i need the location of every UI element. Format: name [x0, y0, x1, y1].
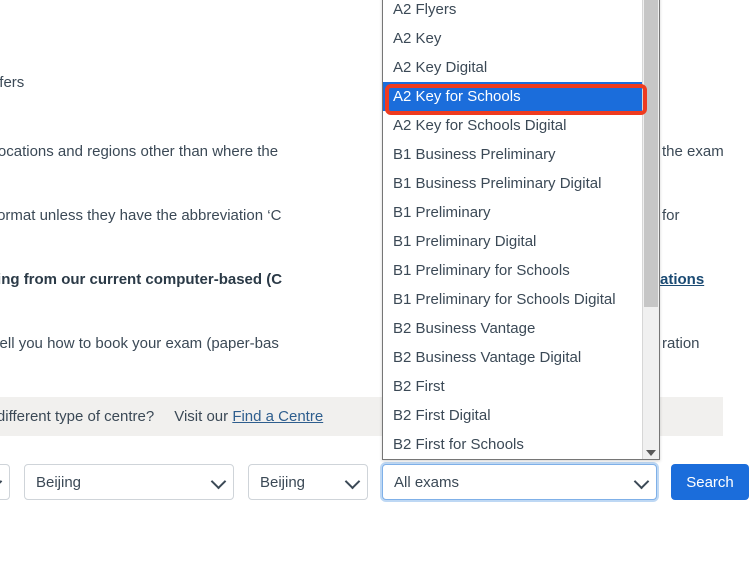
exam-select-value: All exams [394, 473, 460, 491]
exam-option-item[interactable]: B1 Preliminary for Schools [383, 256, 642, 285]
text-line-9: centre they will tell you how to book yo… [0, 335, 279, 352]
city-select[interactable]: Beijing [248, 464, 368, 500]
exam-option-item[interactable]: B1 Business Preliminary [383, 140, 642, 169]
chevron-down-icon [633, 473, 650, 490]
chevron-down-icon[interactable] [646, 450, 656, 456]
exam-option-item[interactable]: B2 First [383, 372, 642, 401]
chevron-down-icon [0, 473, 3, 490]
exam-option-item[interactable]: B1 Preliminary Digital [383, 227, 642, 256]
text-fragment-the-exam: the exam [662, 143, 724, 160]
exam-option-item[interactable]: B1 Preliminary [383, 198, 642, 227]
exam-option-item[interactable]: A2 Key [383, 24, 642, 53]
text-fragment-for: for [662, 207, 680, 224]
exam-option-item[interactable]: B1 Business Preliminary Digital [383, 169, 642, 198]
text-line-8-bold: we will be moving from our current compu… [0, 271, 283, 288]
find-a-centre-link[interactable]: Find a Centre [232, 408, 323, 425]
exam-option-item[interactable]: B2 First for Schools [383, 430, 642, 459]
exam-option-list[interactable]: A2 Flyers A2 Key A2 Key Digital A2 Key for … [383, 0, 642, 459]
exam-option-item[interactable]: B1 Preliminary for Schools Digital [383, 285, 642, 314]
chevron-down-icon [344, 473, 361, 490]
dropdown-scrollbar[interactable] [642, 0, 659, 459]
exam-option-item[interactable]: A2 Key Digital [383, 53, 642, 82]
different-centre-question: Looking for a different type of centre? [0, 408, 155, 425]
centre-search-filters: Beijing Beijing All exams Search [0, 464, 749, 500]
region-select[interactable]: Beijing [24, 464, 234, 500]
exam-option-item[interactable]: A2 Key for Schools [383, 82, 642, 111]
country-select[interactable] [0, 464, 10, 500]
exam-option-item[interactable]: B2 Business Vantage Digital [383, 343, 642, 372]
text-line-3: ms the centre offers [0, 74, 25, 91]
exam-option-item[interactable]: B2 Business Vantage [383, 314, 642, 343]
visit-our-label: Visit our [174, 408, 229, 425]
region-select-value: Beijing [36, 473, 82, 491]
search-button[interactable]: Search [671, 464, 749, 500]
exam-option-item[interactable]: B2 First Digital [383, 401, 642, 430]
text-fragment-link-ations[interactable]: ations [660, 271, 704, 288]
exam-option-item[interactable]: A2 Key for Schools Digital [383, 111, 642, 140]
exam-select-dropdown[interactable]: A2 Flyers A2 Key A2 Key Digital A2 Key for … [382, 0, 660, 460]
chevron-down-icon [210, 473, 227, 490]
exam-select[interactable]: All exams [382, 464, 657, 500]
text-line-7: n paper-based format unless they have th… [0, 207, 282, 224]
dropdown-scrollbar-thumb[interactable] [644, 0, 658, 307]
city-select-value: Beijing [260, 473, 306, 491]
exam-option-item[interactable]: A2 Flyers [383, 0, 642, 24]
text-line-5: n run exams in locations and regions oth… [0, 143, 279, 160]
text-fragment-ration: ration [662, 335, 700, 352]
